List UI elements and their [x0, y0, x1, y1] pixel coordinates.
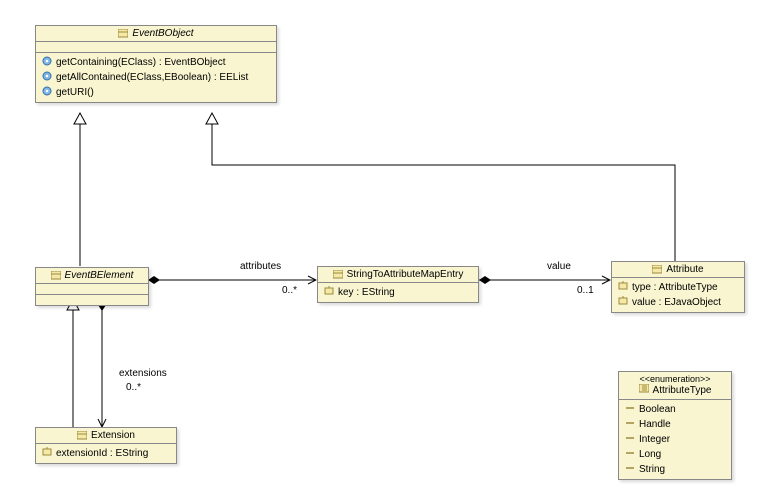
op-text: getAllContained(EClass,EBoolean) : EELis…	[56, 72, 248, 83]
literal-icon	[625, 448, 635, 461]
class-icon	[118, 29, 128, 39]
operation-icon	[42, 86, 52, 99]
enum-attributetype: <<enumeration>> AttributeType Boolean Ha…	[618, 371, 732, 480]
enum-stereotype: <<enumeration>>	[623, 374, 727, 384]
enum-icon	[639, 384, 649, 397]
lit-text: Boolean	[639, 404, 676, 415]
edge-value-card: 0..1	[577, 285, 594, 296]
class-icon	[652, 265, 662, 275]
attr-text: type : AttributeType	[632, 282, 718, 293]
op-text: getContaining(EClass) : EventBObject	[56, 57, 226, 68]
class-eventbelement: EventBElement	[35, 267, 149, 306]
lit-text: Long	[639, 449, 661, 460]
literal-icon	[625, 418, 635, 431]
edge-attributes-card: 0..*	[282, 285, 297, 296]
class-eventbelement-name: EventBElement	[65, 270, 134, 281]
literal-icon	[625, 463, 635, 476]
attr-text: extensionId : EString	[56, 448, 148, 459]
lit-text: Handle	[639, 419, 671, 430]
enum-attributetype-name: AttributeType	[653, 385, 712, 396]
class-icon	[77, 431, 87, 441]
edge-extensions-label: extensions	[119, 368, 167, 379]
attribute-icon	[324, 286, 334, 299]
literal-icon	[625, 403, 635, 416]
lit-text: Integer	[639, 434, 670, 445]
class-icon	[51, 271, 61, 281]
class-stringtoattr: StringToAttributeMapEntry key : EString	[317, 266, 479, 303]
operation-icon	[42, 56, 52, 69]
edge-value-label: value	[547, 261, 571, 272]
class-icon	[333, 270, 343, 280]
attr-text: value : EJavaObject	[632, 297, 721, 308]
edge-extensions-card: 0..*	[126, 382, 141, 393]
class-attribute-name: Attribute	[666, 264, 703, 275]
class-extension: Extension extensionId : EString	[35, 427, 177, 464]
class-eventbobject-name: EventBObject	[132, 28, 193, 39]
edge-attributes-label: attributes	[240, 261, 281, 272]
lit-text: String	[639, 464, 665, 475]
attribute-icon	[42, 447, 52, 460]
class-eventbobject: EventBObject getContaining(EClass) : Eve…	[35, 25, 277, 103]
attribute-icon	[618, 281, 628, 294]
op-text: getURI()	[56, 87, 94, 98]
class-attribute: Attribute type : AttributeType value : E…	[611, 261, 745, 313]
class-extension-name: Extension	[91, 430, 135, 441]
attribute-icon	[618, 296, 628, 309]
literal-icon	[625, 433, 635, 446]
attr-text: key : EString	[338, 287, 395, 298]
class-stringtoattr-name: StringToAttributeMapEntry	[347, 269, 464, 280]
operation-icon	[42, 71, 52, 84]
